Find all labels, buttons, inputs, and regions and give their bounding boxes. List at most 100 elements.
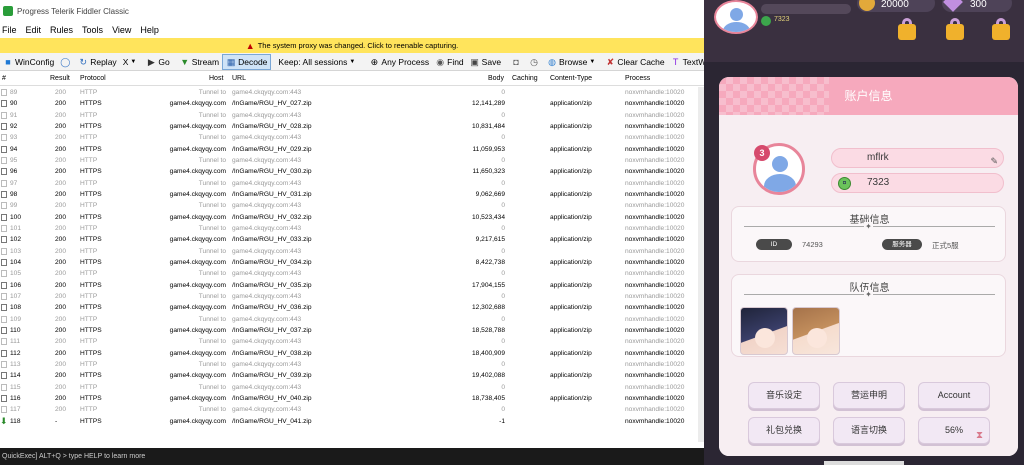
- col-content-type[interactable]: Content-Type: [550, 75, 592, 82]
- table-row[interactable]: 116 200 HTTPS game4.ckqyqy.com/InGame/RGU_H…: [0, 393, 704, 404]
- table-row[interactable]: 100 200 HTTPS game4.ckqyqy.com/InGame/RGU_H…: [0, 212, 704, 223]
- decode-button[interactable]: ▦ Decode: [222, 53, 272, 70]
- music-settings-button[interactable]: 音乐设定: [748, 382, 820, 409]
- table-row[interactable]: 95 200 HTTP Tunnel to game4.ckqyqy.com:443 0 n…: [0, 155, 704, 166]
- table-row[interactable]: 92 200 HTTPS game4.ckqyqy.com/InGame/RGU_HV…: [0, 121, 704, 132]
- table-row[interactable]: 91 200 HTTP Tunnel to game4.ckqyqy.com:443 0 n…: [0, 110, 704, 121]
- table-row[interactable]: 94 200 HTTPS game4.ckqyqy.com/InGame/RGU_HV…: [0, 144, 704, 155]
- menu-help[interactable]: Help: [140, 25, 159, 35]
- cell-url: /InGame/RGU_HV_034.zip: [232, 258, 312, 266]
- keep-sessions-dropdown[interactable]: Keep: All sessions ▼: [275, 54, 362, 70]
- camera-icon: ◘: [513, 56, 519, 67]
- menu-edit[interactable]: Edit: [26, 25, 42, 35]
- table-row[interactable]: 101 200 HTTP Tunnel to game4.ckqyqy.com:443 0…: [0, 223, 704, 234]
- table-row[interactable]: 102 200 HTTPS game4.ckqyqy.com/InGame/RGU_H…: [0, 234, 704, 245]
- table-row[interactable]: 109 200 HTTP Tunnel to game4.ckqyqy.com:443 0…: [0, 314, 704, 325]
- document-icon: [1, 224, 7, 232]
- stream-button[interactable]: ▼ Stream: [177, 54, 222, 70]
- cell-process: noxvmhandle:10020: [625, 224, 685, 232]
- col-host[interactable]: Host: [209, 75, 223, 82]
- gift-code-button[interactable]: 礼包兑换: [748, 417, 820, 444]
- cell-process: noxvmhandle:10020: [625, 406, 685, 414]
- proxy-changed-notice[interactable]: ▲ The system proxy was changed. Click to…: [0, 38, 704, 53]
- table-row[interactable]: 113 200 HTTP Tunnel to game4.ckqyqy.com:443 0…: [0, 359, 704, 370]
- table-row[interactable]: 103 200 HTTP Tunnel to game4.ckqyqy.com:443 0…: [0, 246, 704, 257]
- textwizard-button[interactable]: T TextWizard: [668, 54, 704, 70]
- decode-label: Decode: [238, 56, 268, 67]
- col-process[interactable]: Process: [625, 75, 650, 82]
- replay-button[interactable]: ↻ Replay: [75, 54, 119, 70]
- username-field[interactable]: mflrk ✎: [831, 148, 1004, 168]
- gold-counter[interactable]: 20000: [857, 0, 935, 12]
- browse-button[interactable]: ◍ Browse ▼: [544, 54, 602, 70]
- cell-body: 0: [501, 315, 505, 323]
- find-button[interactable]: ◉ Find: [432, 54, 467, 70]
- table-row[interactable]: 96 200 HTTPS game4.ckqyqy.com/InGame/RGU_HV…: [0, 166, 704, 177]
- avatar-head-shape: [772, 156, 788, 172]
- table-row[interactable]: 115 200 HTTP Tunnel to game4.ckqyqy.com:443 0…: [0, 382, 704, 393]
- go-button[interactable]: ▶ Go: [143, 54, 172, 70]
- cell-ctype: application/zip: [550, 145, 592, 153]
- locked-slot-3[interactable]: [988, 18, 1014, 44]
- table-row[interactable]: 111 200 HTTP Tunnel to game4.ckqyqy.com:443 0…: [0, 336, 704, 347]
- cell-num: 110: [10, 326, 21, 334]
- menu-view[interactable]: View: [112, 25, 131, 35]
- col-url[interactable]: URL: [232, 75, 246, 82]
- table-row[interactable]: 108 200 HTTPS game4.ckqyqy.com/InGame/RGU_H…: [0, 302, 704, 313]
- table-row[interactable]: 104 200 HTTPS game4.ckqyqy.com/InGame/RGU_H…: [0, 257, 704, 268]
- cell-host: game4.ckqyqy.com: [169, 281, 226, 289]
- progress-percent-button[interactable]: 56% ⧗: [918, 417, 990, 444]
- locked-slot-1[interactable]: [894, 18, 920, 44]
- menu-file[interactable]: File: [2, 25, 17, 35]
- document-icon: [1, 89, 7, 96]
- edit-icon[interactable]: ✎: [990, 152, 998, 170]
- timer-button[interactable]: ◷: [526, 54, 544, 70]
- table-row[interactable]: 105 200 HTTP Tunnel to game4.ckqyqy.com:443 0…: [0, 268, 704, 279]
- locked-slot-2[interactable]: [942, 18, 968, 44]
- comment-button[interactable]: ◯: [57, 54, 75, 70]
- session-grid-header: # Result Protocol Host URL Body Caching …: [0, 72, 704, 86]
- table-row[interactable]: ⬇ 118 - HTTPS game4.ckqyqy.com/InGame/RGU_HV…: [0, 416, 704, 427]
- col-caching[interactable]: Caching: [512, 75, 538, 82]
- cell-ctype: application/zip: [550, 100, 592, 108]
- table-row[interactable]: 110 200 HTTPS game4.ckqyqy.com/InGame/RGU_H…: [0, 325, 704, 336]
- winconfig-button[interactable]: ■ WinConfig: [0, 54, 57, 70]
- save-button[interactable]: ▣ Save: [467, 54, 504, 70]
- table-row[interactable]: 90 200 HTTPS game4.ckqyqy.com/InGame/RGU_HV…: [0, 98, 704, 109]
- col-body[interactable]: Body: [488, 75, 504, 82]
- table-row[interactable]: 112 200 HTTPS game4.ckqyqy.com/InGame/RGU_H…: [0, 348, 704, 359]
- table-row[interactable]: 97 200 HTTP Tunnel to game4.ckqyqy.com:443 0 n…: [0, 178, 704, 189]
- team-member-portrait-2[interactable]: [792, 307, 840, 355]
- cell-process: noxvmhandle:10020: [625, 292, 685, 300]
- table-row[interactable]: 98 200 HTTPS game4.ckqyqy.com/InGame/RGU_HV…: [0, 189, 704, 200]
- col-result[interactable]: Result: [50, 75, 70, 82]
- cell-host: game4.ckqyqy.com: [169, 372, 226, 380]
- player-avatar[interactable]: [714, 0, 758, 34]
- menu-rules[interactable]: Rules: [50, 25, 73, 35]
- col-num[interactable]: #: [2, 75, 6, 82]
- table-row[interactable]: 117 200 HTTP Tunnel to game4.ckqyqy.com:443 0…: [0, 404, 704, 415]
- cell-url: /InGame/RGU_HV_038.zip: [232, 349, 312, 357]
- remove-button[interactable]: X ▼: [120, 54, 144, 70]
- table-row[interactable]: 89 200 HTTP Tunnel to game4.ckqyqy.com:443 0 n…: [0, 87, 704, 98]
- account-button[interactable]: Account: [918, 382, 990, 409]
- screenshot-button[interactable]: ◘: [508, 54, 526, 70]
- team-member-portrait-1[interactable]: [740, 307, 788, 355]
- language-switch-button[interactable]: 语言切换: [833, 417, 905, 444]
- cell-body: 0: [501, 134, 505, 142]
- go-label: Go: [158, 56, 170, 67]
- clear-cache-button[interactable]: ✘ Clear Cache: [602, 54, 667, 70]
- col-protocol[interactable]: Protocol: [80, 75, 106, 82]
- coin-value: 7323: [867, 177, 890, 188]
- table-row[interactable]: 99 200 HTTP Tunnel to game4.ckqyqy.com:443 0 n…: [0, 200, 704, 211]
- table-row[interactable]: 107 200 HTTP Tunnel to game4.ckqyqy.com:443 0…: [0, 291, 704, 302]
- any-process-button[interactable]: ⊕ Any Process: [366, 54, 432, 70]
- table-row[interactable]: 106 200 HTTPS game4.ckqyqy.com/InGame/RGU_H…: [0, 280, 704, 291]
- menu-tools[interactable]: Tools: [82, 25, 103, 35]
- table-row[interactable]: 114 200 HTTPS game4.ckqyqy.com/InGame/RGU_H…: [0, 370, 704, 381]
- cell-num: 100: [10, 213, 22, 221]
- gem-counter[interactable]: 300: [942, 0, 1012, 12]
- quickexec-bar[interactable]: QuickExec] ALT+Q > type HELP to learn mo…: [0, 448, 704, 465]
- table-row[interactable]: 93 200 HTTP Tunnel to game4.ckqyqy.com:443 0 n…: [0, 132, 704, 143]
- operations-statement-button[interactable]: 营运申明: [833, 382, 905, 409]
